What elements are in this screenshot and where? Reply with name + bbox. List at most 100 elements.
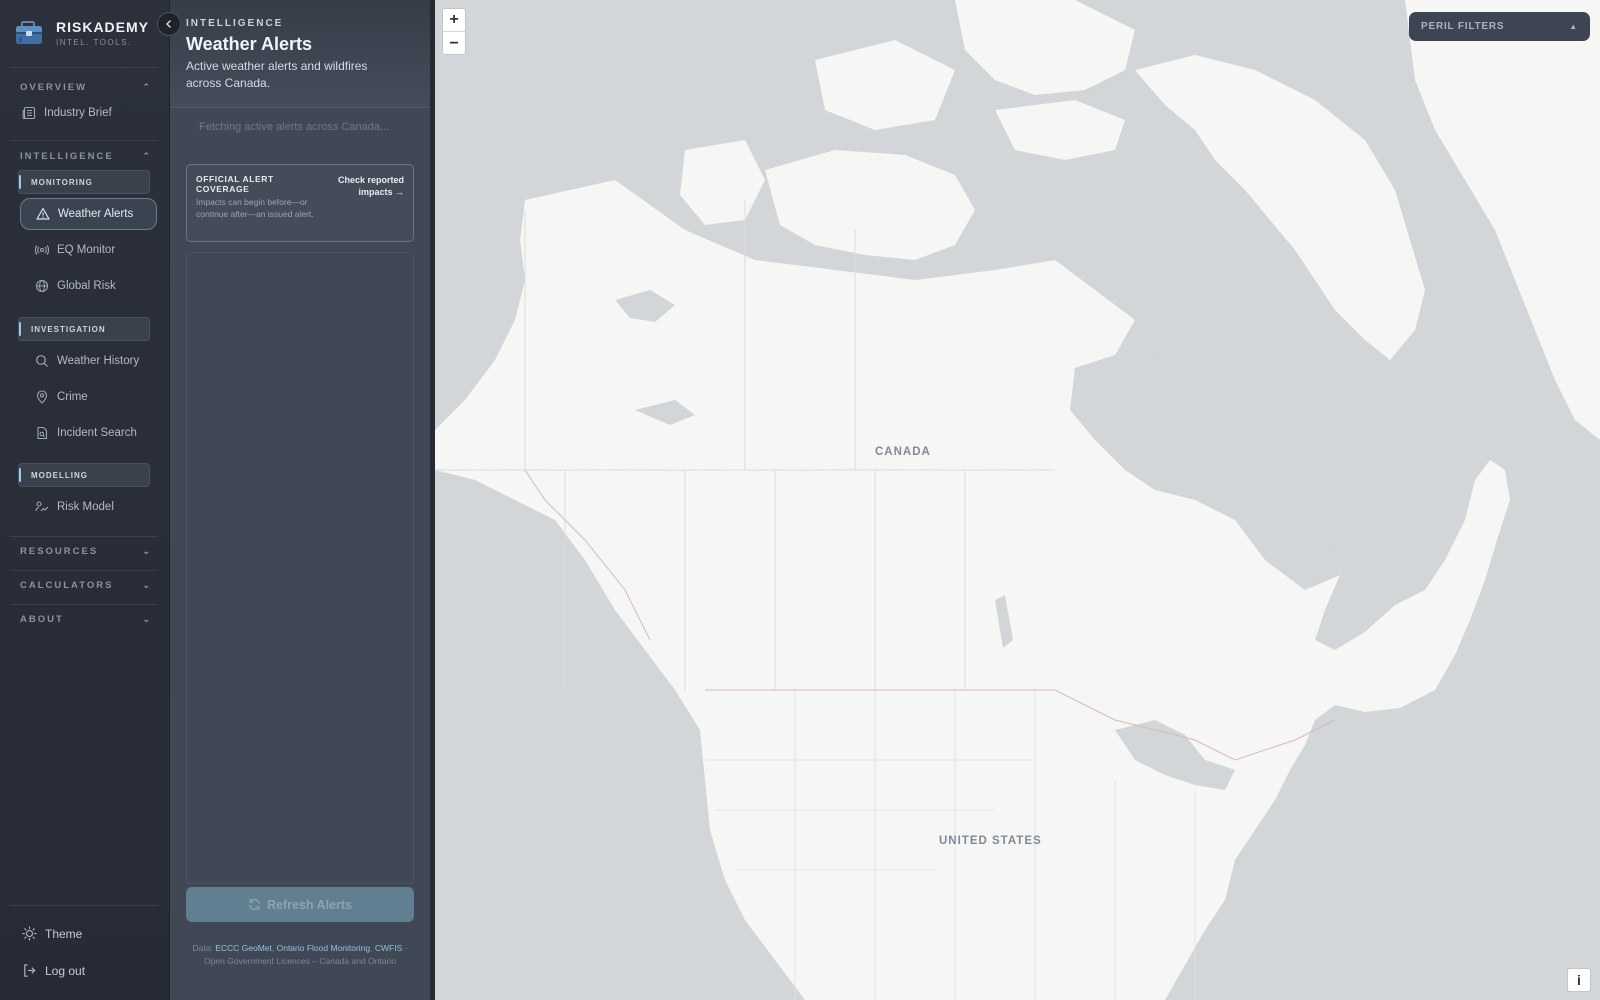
logout-button[interactable]: Log out <box>22 963 85 978</box>
zoom-in-button[interactable]: + <box>443 9 465 32</box>
credit-link-cwfis[interactable]: CWFIS <box>375 943 402 953</box>
section-about-toggle[interactable]: ABOUT ⌄ <box>20 614 150 625</box>
divider <box>10 140 158 141</box>
brand-name: RISKADEMY <box>56 19 150 35</box>
newspaper-icon <box>22 106 36 120</box>
map-view[interactable]: + − CANADA UNITED STATES PERIL FILTERS ▲… <box>435 0 1600 1000</box>
sidebar: RISKADEMY INTEL. TOOLS. OVERVIEW ⌃ Indus… <box>0 0 170 1000</box>
chevron-down-icon: ⌄ <box>142 614 150 624</box>
caret-up-icon: ▲ <box>1569 22 1578 31</box>
sidebar-item-global-risk[interactable]: Global Risk <box>20 270 157 302</box>
sidebar-item-weather-history[interactable]: Weather History <box>20 345 157 377</box>
logout-icon <box>24 964 36 977</box>
group-modelling: MODELLING <box>18 463 150 487</box>
divider <box>10 905 158 906</box>
user-trend-icon <box>35 501 49 512</box>
chevron-up-icon: ⌃ <box>142 82 150 92</box>
divider <box>10 536 158 537</box>
alert-list[interactable] <box>186 252 414 884</box>
divider <box>10 570 158 571</box>
refresh-alerts-button[interactable]: Refresh Alerts <box>186 887 414 922</box>
section-intelligence-toggle[interactable]: INTELLIGENCE ⌃ <box>20 151 150 162</box>
credit-link-eccc[interactable]: ECCC GeoMet <box>215 943 272 953</box>
section-intelligence-label: INTELLIGENCE <box>20 151 114 162</box>
radar-icon <box>35 245 49 255</box>
basemap <box>435 0 1600 1000</box>
loading-status: Fetching active alerts across Canada... <box>199 121 390 133</box>
page-title: Weather Alerts <box>186 34 313 54</box>
refresh-icon <box>249 898 260 911</box>
coverage-notice: OFFICIAL ALERT COVERAGE Impacts can begi… <box>186 164 414 242</box>
landmass-devon <box>995 100 1125 160</box>
briefcase-logo-icon <box>16 21 42 44</box>
file-search-icon <box>37 426 48 440</box>
section-overview-label: OVERVIEW <box>20 82 88 93</box>
sidebar-item-label: Global Risk <box>57 280 116 292</box>
chevron-down-icon: ⌄ <box>142 580 150 590</box>
sidebar-item-label: Weather Alerts <box>58 208 134 220</box>
sidebar-item-incident-search[interactable]: Incident Search <box>20 417 157 449</box>
zoom-control: + − <box>442 8 466 55</box>
landmass-queen-elizabeth <box>815 40 955 130</box>
alerts-panel: INTELLIGENCE Weather Alerts Active weath… <box>170 0 430 1000</box>
sidebar-item-label: Weather History <box>57 355 140 367</box>
credit-link-ontario[interactable]: Ontario Flood Monitoring <box>277 943 371 953</box>
landmass-baffin <box>1135 55 1425 360</box>
sidebar-item-weather-alerts[interactable]: Weather Alerts <box>20 198 157 230</box>
warning-triangle-icon <box>36 207 50 220</box>
chevron-up-icon: ⌃ <box>142 151 150 161</box>
section-overview-toggle[interactable]: OVERVIEW ⌃ <box>20 82 150 93</box>
sun-icon <box>22 926 37 941</box>
divider <box>10 67 158 68</box>
group-investigation-label: INVESTIGATION <box>31 324 106 334</box>
sidebar-item-label: Industry Brief <box>44 107 112 119</box>
group-investigation: INVESTIGATION <box>18 317 150 341</box>
logout-label: Log out <box>45 963 86 978</box>
coverage-description: Impacts can begin before—or continue aft… <box>196 197 314 219</box>
panel-header: INTELLIGENCE Weather Alerts Active weath… <box>170 0 430 108</box>
theme-toggle[interactable]: Theme <box>22 926 82 941</box>
brand-tagline: INTEL. TOOLS. <box>56 38 132 47</box>
sidebar-item-crime[interactable]: Crime <box>20 381 157 413</box>
panel-eyebrow: INTELLIGENCE <box>186 18 284 29</box>
data-credit: Data: ECCC GeoMet, Ontario Flood Monitor… <box>186 942 414 968</box>
globe-icon <box>35 279 49 293</box>
section-resources-toggle[interactable]: RESOURCES ⌄ <box>20 546 150 557</box>
landmass-banks <box>680 140 765 225</box>
section-resources-label: RESOURCES <box>20 546 99 557</box>
sidebar-item-label: EQ Monitor <box>57 244 116 256</box>
check-impacts-link[interactable]: Check reported impacts → <box>319 174 404 198</box>
map-label-united-states: UNITED STATES <box>939 835 1042 847</box>
sidebar-item-label: Incident Search <box>57 427 137 439</box>
page-subtitle: Active weather alerts and wildfires acro… <box>186 59 368 90</box>
sidebar-item-industry-brief[interactable]: Industry Brief <box>22 106 112 120</box>
zoom-out-button[interactable]: − <box>443 32 465 55</box>
chevron-down-icon: ⌄ <box>142 546 150 556</box>
search-icon <box>36 355 48 367</box>
collapse-sidebar-button[interactable] <box>157 12 181 36</box>
group-modelling-label: MODELLING <box>31 470 88 480</box>
sidebar-item-risk-model[interactable]: Risk Model <box>20 491 157 523</box>
refresh-label: Refresh Alerts <box>267 897 352 912</box>
map-pin-icon <box>36 390 48 404</box>
sidebar-item-eq-monitor[interactable]: EQ Monitor <box>20 234 157 266</box>
credit-prefix: Data: <box>192 943 216 953</box>
section-about-label: ABOUT <box>20 614 64 625</box>
brand[interactable]: RISKADEMY INTEL. TOOLS. <box>14 18 149 48</box>
attribution-info-button[interactable]: i <box>1567 968 1591 992</box>
section-calculators-toggle[interactable]: CALCULATORS ⌄ <box>20 580 150 591</box>
peril-filters-toggle[interactable]: PERIL FILTERS ▲ <box>1409 12 1590 41</box>
group-monitoring-label: MONITORING <box>31 177 93 187</box>
coverage-title: OFFICIAL ALERT COVERAGE <box>196 174 274 194</box>
sidebar-item-label: Crime <box>57 391 88 403</box>
section-calculators-label: CALCULATORS <box>20 580 114 591</box>
landmass-victoria <box>765 150 975 260</box>
peril-filters-label: PERIL FILTERS <box>1421 21 1505 32</box>
chevron-left-icon <box>166 20 171 28</box>
theme-label: Theme <box>45 926 83 941</box>
group-monitoring: MONITORING <box>18 170 150 194</box>
landmass-ellesmere <box>955 0 1135 95</box>
sidebar-item-label: Risk Model <box>57 501 114 513</box>
divider <box>10 604 158 605</box>
map-label-canada: CANADA <box>875 446 931 458</box>
